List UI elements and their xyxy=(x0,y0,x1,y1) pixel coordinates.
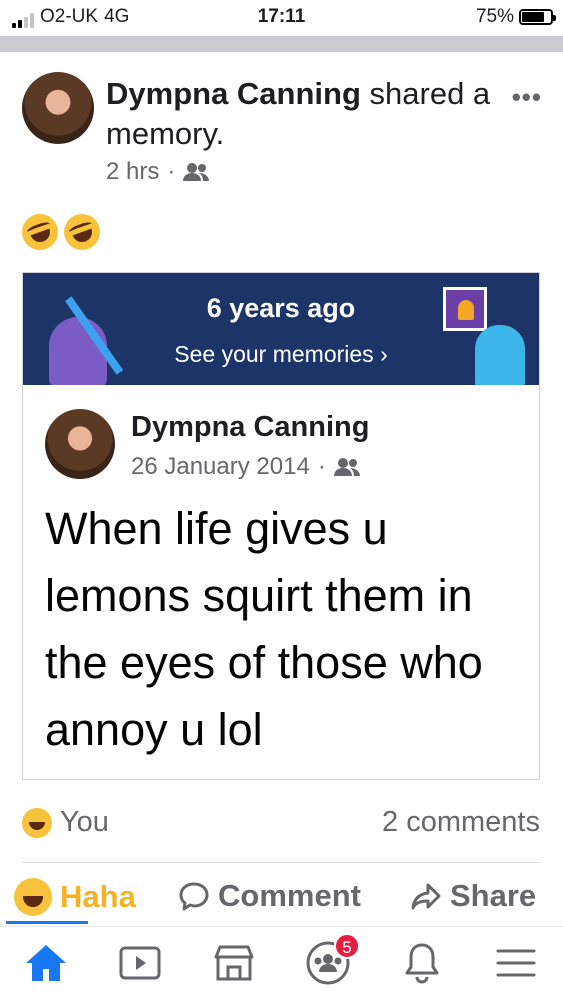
friends-icon xyxy=(333,458,360,476)
post-meta: 2 hrs · xyxy=(106,158,210,186)
haha-label: Haha xyxy=(60,879,136,914)
groups-badge: 5 xyxy=(334,933,360,959)
hand-illustration-icon xyxy=(475,325,525,385)
active-reaction-indicator xyxy=(6,921,88,924)
divider xyxy=(22,862,540,863)
reactors-label: You xyxy=(60,806,109,838)
battery-percent: 75% xyxy=(475,6,514,27)
haha-button[interactable]: Haha xyxy=(14,878,136,916)
share-button[interactable]: Share xyxy=(410,878,536,914)
photo-frame-illustration-icon xyxy=(443,287,487,331)
rofl-emoji-icon xyxy=(58,208,106,256)
more-options-button[interactable]: ••• xyxy=(512,82,542,113)
tab-notifications[interactable] xyxy=(398,939,446,987)
notifications-icon xyxy=(405,943,439,984)
tab-marketplace[interactable] xyxy=(210,939,258,987)
tab-home[interactable] xyxy=(22,939,70,987)
haha-icon xyxy=(14,878,52,916)
feed-separator xyxy=(0,36,563,52)
memory-author-name[interactable]: Dympna Canning xyxy=(131,411,369,444)
memory-banner[interactable]: 6 years ago See your memories › xyxy=(23,273,539,385)
memory-date[interactable]: 26 January 2014 xyxy=(131,453,310,481)
post-time[interactable]: 2 hrs xyxy=(106,158,159,186)
reaction-summary: You 2 comments xyxy=(22,806,540,846)
battery-icon xyxy=(519,9,556,25)
share-icon xyxy=(411,883,441,910)
memory-card[interactable]: 6 years ago See your memories › Dympna C… xyxy=(22,272,540,780)
tab-menu[interactable] xyxy=(492,939,540,987)
comments-count[interactable]: 2 comments xyxy=(382,806,540,839)
post-caption xyxy=(16,208,106,256)
comment-label: Comment xyxy=(218,878,361,913)
memory-post-text: When life gives u lemons squirt them in … xyxy=(45,503,483,755)
watch-icon xyxy=(119,946,161,980)
avatar[interactable] xyxy=(22,72,94,144)
tab-groups[interactable]: 5 xyxy=(304,933,360,987)
status-bar: O2-UK 4G 17:11 75% xyxy=(0,0,563,34)
avatar[interactable] xyxy=(45,409,115,479)
haha-reaction-icon xyxy=(22,807,52,838)
rofl-emoji-icon xyxy=(16,208,64,256)
author-name[interactable]: Dympna Canning xyxy=(106,76,361,111)
tab-watch[interactable] xyxy=(116,939,164,987)
see-memories-link[interactable]: See your memories › xyxy=(23,341,539,368)
comment-button[interactable]: Comment xyxy=(178,878,361,914)
menu-icon xyxy=(496,949,536,977)
post-headline: Dympna Canning shared a memory. xyxy=(106,74,496,154)
post-actions: Haha Comment Share xyxy=(0,878,563,922)
meta-separator: · xyxy=(317,453,326,480)
reactions-count[interactable]: You xyxy=(22,806,109,839)
share-label: Share xyxy=(450,878,537,913)
memory-meta: 26 January 2014 · xyxy=(131,453,360,481)
friends-icon xyxy=(183,163,210,181)
comment-icon xyxy=(179,882,209,911)
home-icon xyxy=(26,945,66,981)
meta-separator: · xyxy=(167,158,176,185)
status-right: 75% xyxy=(475,6,556,28)
marketplace-icon xyxy=(214,945,254,981)
bottom-tab-bar: 5 xyxy=(0,926,563,1001)
